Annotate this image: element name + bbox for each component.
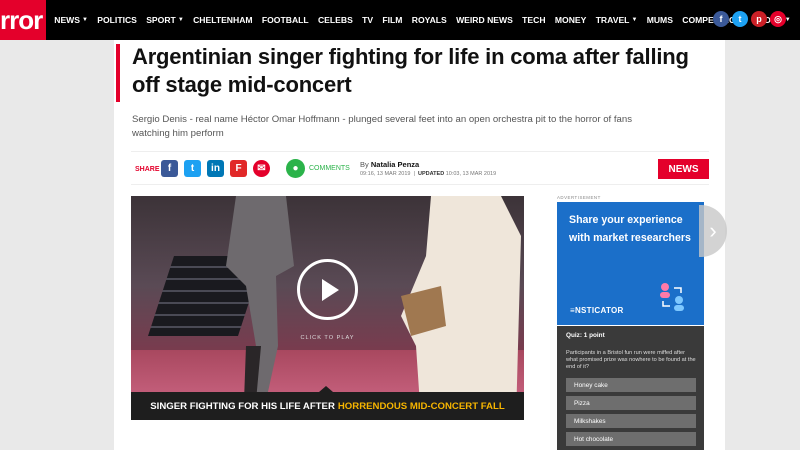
share-flipboard-icon[interactable]: F: [230, 160, 247, 177]
nav-item-label: CELEBS: [317, 15, 353, 25]
share-linkedin-icon[interactable]: in: [207, 160, 224, 177]
comments-label: COMMENTS: [309, 165, 350, 172]
chevron-down-icon: ▼: [177, 17, 184, 23]
play-button[interactable]: [297, 259, 358, 320]
nav-item-label: FOOTBALL: [261, 15, 309, 25]
byline-prefix: By: [360, 160, 369, 169]
nav-item-label: SPORT: [146, 15, 176, 25]
quiz-option[interactable]: Milkshakes: [566, 414, 696, 428]
share-email-icon[interactable]: ✉: [253, 160, 270, 177]
article-standfirst: Sergio Denis - real name Héctor Omar Hof…: [132, 114, 633, 139]
nav-item-label: MONEY: [554, 15, 587, 25]
video-thumbnail-figure-left: [226, 196, 294, 401]
top-navigation: rror NEWS ▼ POLITICS SPORT ▼ CHELTENHAM FOOTBA…: [0, 0, 800, 40]
nav-item-sport[interactable]: SPORT ▼: [146, 15, 184, 25]
quiz-option[interactable]: Honey cake: [566, 378, 696, 392]
video-thumbnail-figure-right: [401, 196, 521, 420]
nav-item-politics[interactable]: POLITICS: [97, 15, 137, 25]
headline-accent-bar: [116, 44, 120, 102]
share-label: SHARE: [135, 166, 160, 173]
updated-date: 10:03, 13 MAR 2019: [445, 171, 497, 177]
comments-button[interactable]: ● COMMENTS: [286, 159, 350, 178]
nav-item-label: TECH: [522, 15, 546, 25]
nav-item-royals[interactable]: ROYALS: [412, 15, 447, 25]
nav-item-weird-news[interactable]: WEIRD NEWS: [456, 15, 513, 25]
twitter-icon[interactable]: t: [732, 11, 748, 27]
click-to-play-label: CLICK TO PLAY: [300, 335, 355, 341]
play-icon: [321, 278, 339, 301]
site-logo[interactable]: rror: [0, 0, 47, 40]
quiz-option[interactable]: Hot chocolate: [566, 432, 696, 446]
nav-menu: NEWS ▼ POLITICS SPORT ▼ CHELTENHAM FOOTBALL CEL…: [54, 15, 800, 25]
nav-item-celebs[interactable]: CELEBS: [318, 15, 353, 25]
advertisement-label: ADVERTISEMENT: [557, 195, 601, 200]
article-dates: 09:16, 13 MAR 2019 | UPDATED 10:03, 13 M…: [360, 171, 497, 177]
nav-item-mums[interactable]: MUMS: [647, 15, 673, 25]
nav-item-cheltenham[interactable]: CHELTENHAM: [193, 15, 253, 25]
chevron-right-icon: ›: [709, 218, 717, 243]
share-facebook-icon[interactable]: f: [161, 160, 178, 177]
pinterest-icon[interactable]: p: [751, 11, 767, 27]
nav-item-label: TRAVEL: [595, 15, 630, 25]
nav-item-label: POLITICS: [97, 15, 137, 25]
nav-item-label: NEWS: [54, 15, 81, 25]
author-line: By Natalia Penza: [360, 160, 419, 169]
people-exchange-icon: [660, 283, 684, 311]
nav-item-label: MUMS: [646, 15, 673, 25]
share-twitter-icon[interactable]: t: [184, 160, 201, 177]
chevron-down-icon: ▼: [82, 17, 88, 23]
nav-item-tv[interactable]: TV: [362, 15, 373, 25]
nav-item-news[interactable]: NEWS ▼: [54, 15, 88, 25]
instagram-icon[interactable]: ◎: [770, 11, 786, 27]
video-player[interactable]: CLICK TO PLAY SINGER FIGHTING FOR HIS LI…: [131, 196, 524, 420]
video-caption-main: SINGER FIGHTING FOR HIS LIFE AFTER: [150, 400, 335, 412]
nav-item-football[interactable]: FOOTBALL: [262, 15, 309, 25]
ad-headline: Share your experience with market resear…: [569, 214, 691, 244]
ad-brand-logo: ≡NSTICATOR: [570, 306, 624, 315]
nav-item-label: TV: [362, 15, 374, 25]
article-headline: Argentinian singer fighting for life in …: [132, 44, 689, 97]
section-tag-news[interactable]: NEWS: [658, 159, 709, 179]
nav-item-label: ROYALS: [411, 15, 447, 25]
published-date: 09:16, 13 MAR 2019: [360, 171, 411, 177]
social-links: f t p ◎: [710, 11, 786, 27]
nav-item-travel[interactable]: TRAVEL ▼: [596, 15, 638, 25]
advertisement-banner[interactable]: Share your experience with market resear…: [557, 202, 704, 325]
speech-bubble-icon: ●: [286, 159, 305, 178]
updated-label: UPDATED: [418, 171, 445, 177]
nav-item-label: WEIRD NEWS: [456, 15, 513, 25]
facebook-icon[interactable]: f: [713, 11, 729, 27]
nav-item-label: CHELTENHAM: [193, 15, 253, 25]
video-caption-highlight: HORRENDOUS MID-CONCERT FALL: [337, 400, 505, 412]
nav-item-label: FILM: [382, 15, 403, 25]
nav-item-money[interactable]: MONEY: [555, 15, 587, 25]
nav-item-tech[interactable]: TECH: [522, 15, 545, 25]
quiz-option[interactable]: Pizza: [566, 396, 696, 410]
video-caption: SINGER FIGHTING FOR HIS LIFE AFTER HORRE…: [131, 392, 524, 420]
quiz-widget: Quiz: 1 point Participants in a Bristol …: [557, 326, 704, 450]
quiz-question: Participants in a Bristol fun run were m…: [566, 350, 696, 370]
chevron-down-icon: ▼: [631, 17, 638, 23]
byline-row: SHARE f t in F ✉ ● COMMENTS By Natalia Penza…: [131, 151, 709, 185]
author-name[interactable]: Natalia Penza: [371, 160, 419, 169]
quiz-header: Quiz: 1 point: [566, 332, 605, 339]
nav-item-film[interactable]: FILM: [382, 15, 402, 25]
